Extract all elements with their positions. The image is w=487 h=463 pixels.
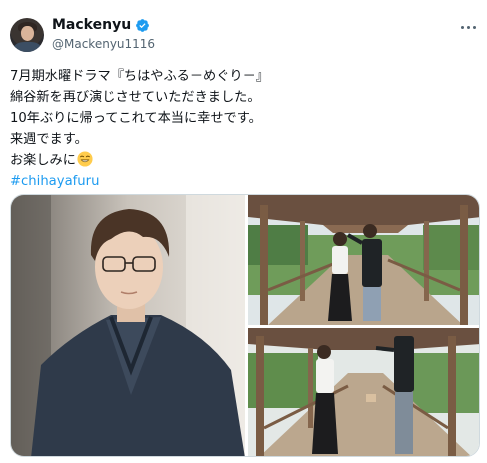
photo-corridor-1[interactable] — [248, 195, 479, 325]
author-name-row: Mackenyu — [52, 17, 150, 33]
tweet-line: 来週でます。 — [10, 132, 88, 147]
tweet-line-last: お楽しみに — [10, 150, 480, 171]
media-grid — [10, 194, 480, 457]
smiling-face-emoji-icon — [77, 151, 93, 167]
hashtag-link[interactable]: #chihayafuru — [10, 171, 480, 192]
avatar-body — [14, 42, 41, 52]
photo-corridor-2[interactable] — [248, 328, 479, 456]
avatar-face — [21, 26, 34, 41]
verified-badge-icon — [136, 18, 150, 32]
tweet-line: 10年ぶりに帰ってこれて本当に幸せです。 — [10, 111, 262, 126]
tweet-line: お楽しみに — [10, 153, 76, 168]
tweet-line: 7月期水曜ドラマ『ちはやふる－めぐり－』 — [10, 69, 269, 84]
tweet-card: Mackenyu @Mackenyu1116 7月期水曜ドラマ『ちはやふる－めぐ… — [0, 0, 487, 463]
tweet-line: 綿谷新を再び演じさせていただきました。 — [10, 90, 261, 105]
author-avatar[interactable] — [10, 18, 44, 52]
author-display-name[interactable]: Mackenyu — [52, 17, 131, 33]
tweet-text: 7月期水曜ドラマ『ちはやふる－めぐり－』 綿谷新を再び演じさせていただきました。… — [10, 66, 480, 192]
photo-portrait[interactable] — [11, 195, 245, 456]
more-options-icon[interactable] — [458, 20, 478, 34]
author-handle[interactable]: @Mackenyu1116 — [52, 37, 155, 51]
